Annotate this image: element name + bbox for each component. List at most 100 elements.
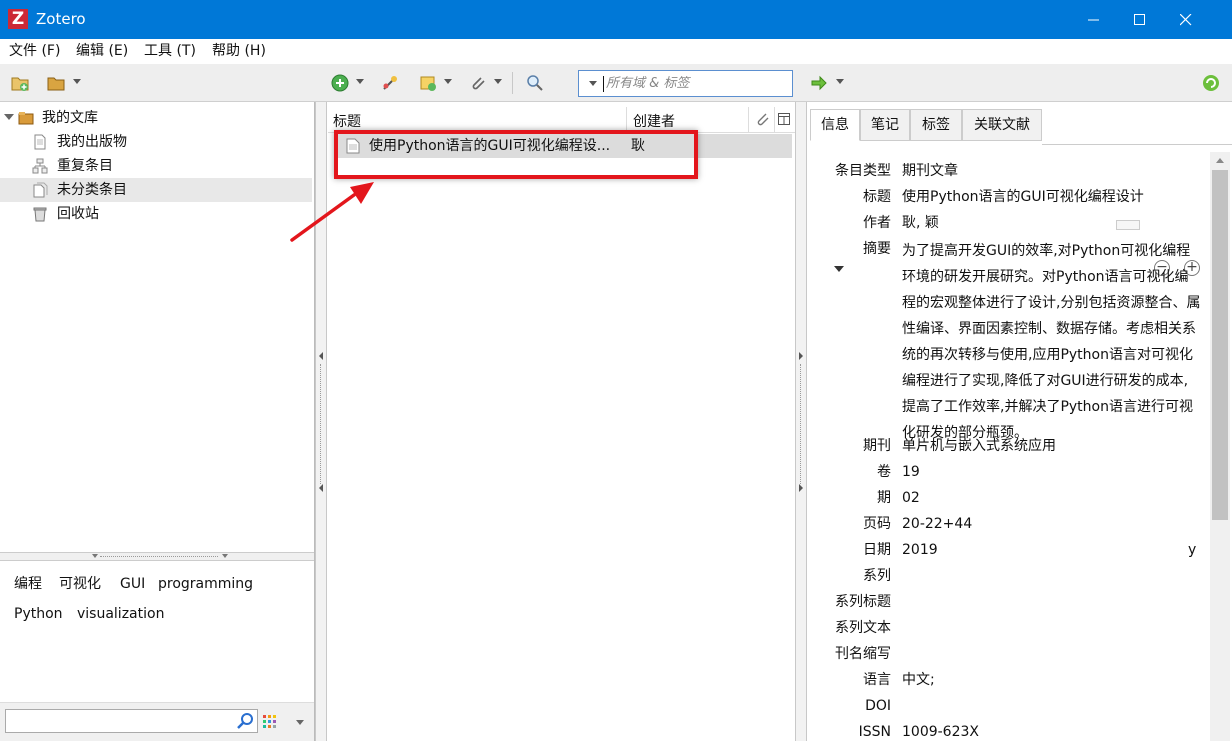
menu-file[interactable]: 文件 (F) <box>9 42 60 60</box>
search-icon <box>237 713 253 729</box>
chevron-right-icon[interactable] <box>799 484 803 492</box>
field-label-pages: 页码 <box>863 516 891 532</box>
library-root[interactable]: 我的文库 <box>0 106 312 130</box>
pane-splitter-right[interactable] <box>795 102 807 741</box>
field-label-date: 日期 <box>863 542 891 558</box>
search-field[interactable] <box>578 70 793 97</box>
new-item-icon[interactable] <box>331 74 349 92</box>
tabs-baseline <box>1042 144 1232 145</box>
advanced-search-icon[interactable] <box>526 74 544 92</box>
add-by-identifier-icon[interactable] <box>381 74 399 92</box>
item-pane: 信息 笔记 标签 关联文献 条目类型 期刊文章 标题 使用Python语言的GU… <box>808 102 1232 741</box>
menu-tools[interactable]: 工具 (T) <box>144 42 196 60</box>
column-title[interactable]: 标题 <box>333 111 361 131</box>
column-divider[interactable] <box>774 107 775 133</box>
column-picker-icon[interactable] <box>778 113 791 126</box>
chevron-right-icon[interactable] <box>799 352 803 360</box>
chevron-up-icon[interactable] <box>1216 158 1224 163</box>
sidebar-item-unfiled[interactable]: 未分类条目 <box>0 178 312 202</box>
field-value-language[interactable]: 中文; <box>902 667 935 693</box>
sync-icon[interactable] <box>1202 74 1220 92</box>
new-collection-icon[interactable] <box>11 74 29 92</box>
tag-colors-icon[interactable] <box>263 715 277 729</box>
tag-item[interactable]: visualization <box>77 605 164 623</box>
tag-item[interactable]: GUI <box>120 575 145 593</box>
sidebar-item-my-publications[interactable]: 我的出版物 <box>0 130 312 154</box>
tab-info[interactable]: 信息 <box>810 109 860 141</box>
text-cursor <box>603 76 604 92</box>
chevron-down-icon[interactable] <box>444 79 452 84</box>
minimize-button[interactable] <box>1071 0 1117 39</box>
tag-item[interactable]: 编程 <box>14 575 42 593</box>
field-label-item-type: 条目类型 <box>835 163 891 179</box>
chevron-down-icon[interactable] <box>356 79 364 84</box>
field-value-issue[interactable]: 02 <box>902 485 920 511</box>
menu-help[interactable]: 帮助 (H) <box>212 42 266 60</box>
attachment-icon[interactable] <box>756 112 770 126</box>
column-divider[interactable] <box>748 107 749 133</box>
field-label-author: 作者 <box>863 215 891 231</box>
attachment-icon[interactable] <box>469 74 487 92</box>
tab-related[interactable]: 关联文献 <box>962 109 1042 141</box>
chevron-down-icon[interactable] <box>296 720 304 725</box>
tag-item[interactable]: programming <box>158 575 253 593</box>
chevron-down-icon[interactable] <box>222 554 228 558</box>
field-value-date[interactable]: 2019 <box>902 537 938 563</box>
new-library-icon[interactable] <box>47 74 65 92</box>
document-icon <box>34 134 46 150</box>
splitter-grip <box>800 364 802 484</box>
maximize-icon <box>1134 14 1145 25</box>
scrollbar-thumb[interactable] <box>1212 170 1228 520</box>
field-value-issn[interactable]: 1009-623X <box>902 719 979 741</box>
sidebar-item-label: 重复条目 <box>57 158 113 174</box>
tag-pane-splitter[interactable] <box>0 552 314 561</box>
search-mode-dropdown[interactable] <box>589 81 597 86</box>
close-button[interactable] <box>1163 0 1209 39</box>
tag-item[interactable]: Python <box>14 605 63 623</box>
field-label-issue: 期 <box>877 490 891 506</box>
chevron-left-icon[interactable] <box>319 352 323 360</box>
info-scrollbar[interactable] <box>1210 152 1230 741</box>
field-label-language: 语言 <box>863 672 891 688</box>
items-pane: 标题 创建者 使用Python语言的GUI可视化编程设... 耿 <box>328 102 795 741</box>
field-label-series: 系列 <box>863 568 891 584</box>
chevron-down-icon[interactable] <box>4 114 14 120</box>
field-value-title[interactable]: 使用Python语言的GUI可视化编程设计 <box>902 184 1144 210</box>
locate-arrow-icon[interactable] <box>810 74 828 92</box>
new-note-icon[interactable] <box>419 74 437 92</box>
tag-item[interactable]: 可视化 <box>59 575 101 593</box>
trash-icon <box>33 207 47 222</box>
chevron-left-icon[interactable] <box>319 484 323 492</box>
collections-pane: 我的文库 我的出版物 重复条目 未分类条目 回收站 编程 可视化 GUI pro… <box>0 102 315 741</box>
maximize-button[interactable] <box>1117 0 1163 39</box>
field-value-volume[interactable]: 19 <box>902 459 920 485</box>
creator-type-switch[interactable] <box>1116 220 1140 230</box>
column-creator[interactable]: 创建者 <box>633 111 675 131</box>
minimize-icon <box>1088 19 1099 21</box>
sidebar-item-trash[interactable]: 回收站 <box>0 202 312 226</box>
sidebar-item-label: 未分类条目 <box>57 182 127 198</box>
field-value-item-type[interactable]: 期刊文章 <box>902 158 958 184</box>
sidebar-item-duplicates[interactable]: 重复条目 <box>0 154 312 178</box>
tag-selector: 编程 可视化 GUI programming Python visualizat… <box>0 561 314 702</box>
menu-bar: 文件 (F) 编辑 (E) 工具 (T) 帮助 (H) <box>0 39 1232 64</box>
library-label: 我的文库 <box>42 110 98 126</box>
field-value-pages[interactable]: 20-22+44 <box>902 511 972 537</box>
tab-notes[interactable]: 笔记 <box>860 109 910 141</box>
window-title: Zotero <box>36 10 86 28</box>
sidebar-item-label: 我的出版物 <box>57 134 127 150</box>
field-value-abstract[interactable]: 为了提高开发GUI的效率,对Python可视化编程环境的研发开展研究。对Pyth… <box>902 238 1202 446</box>
chevron-down-icon[interactable] <box>73 79 81 84</box>
chevron-down-icon[interactable] <box>836 79 844 84</box>
search-input[interactable] <box>606 73 786 94</box>
field-label-abstract: 摘要 <box>863 241 891 257</box>
chevron-down-icon[interactable] <box>494 79 502 84</box>
field-value-author[interactable]: 耿, 颖 <box>902 210 939 236</box>
menu-edit[interactable]: 编辑 (E) <box>76 42 128 60</box>
chevron-down-icon[interactable] <box>92 554 98 558</box>
field-value-publication[interactable]: 单片机与嵌入式系统应用 <box>902 433 1056 459</box>
chevron-down-icon[interactable] <box>834 266 844 272</box>
splitter-grip <box>100 556 218 557</box>
tag-filter-input[interactable] <box>5 709 258 733</box>
tab-tags[interactable]: 标签 <box>910 109 962 141</box>
